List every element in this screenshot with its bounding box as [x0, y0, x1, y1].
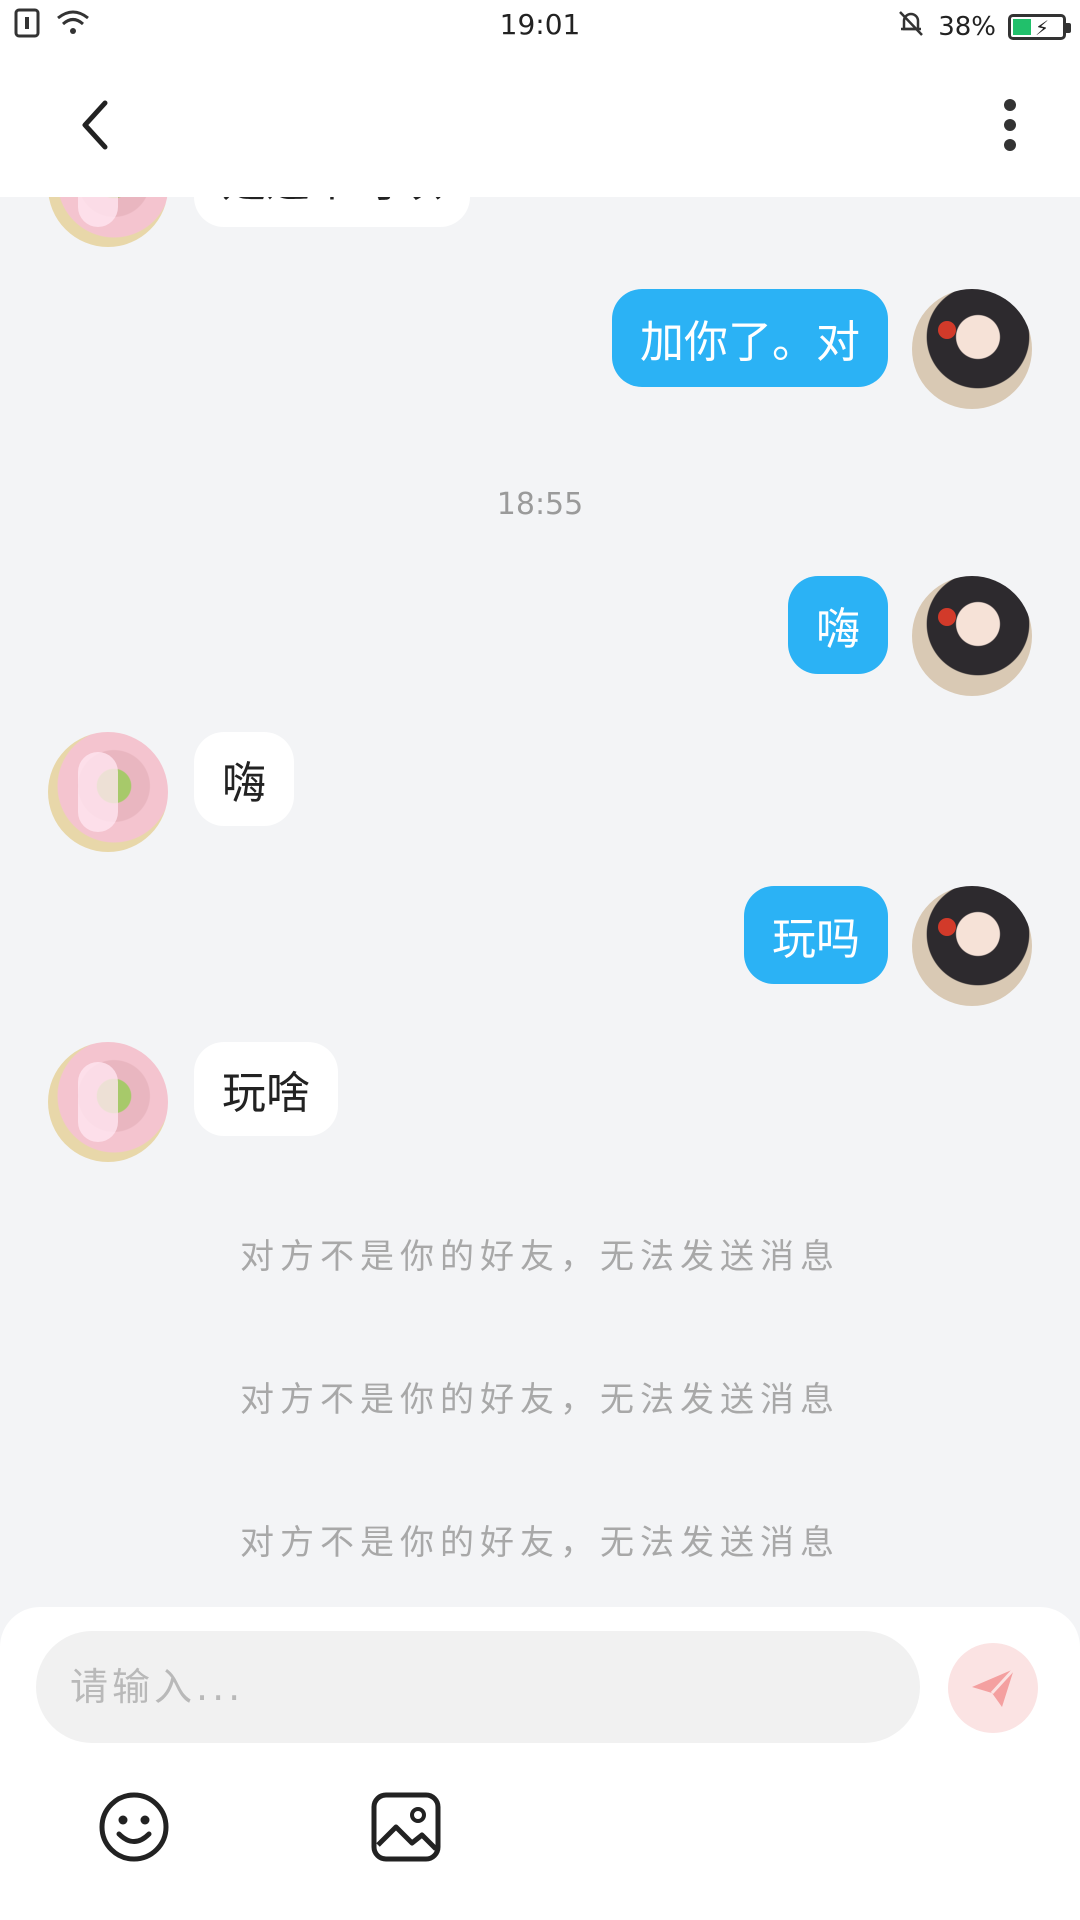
my-avatar[interactable]	[912, 576, 1032, 696]
peer-message-bubble[interactable]: 玩啥	[194, 1042, 338, 1136]
send-icon	[972, 1667, 1016, 1707]
system-notice: 对方不是你的好友，无法发送消息	[240, 1380, 840, 1420]
message-text: 加你了。对	[640, 317, 860, 368]
more-options-button[interactable]	[980, 90, 1040, 160]
my-message-bubble[interactable]: 加你了。对	[612, 289, 888, 387]
battery-charging-icon: ⚡	[1008, 13, 1071, 40]
battery-percent: 38%	[938, 11, 996, 42]
message-text: 玩啥	[222, 1068, 310, 1119]
peer-message-bubble[interactable]: 是这个可以	[194, 197, 470, 227]
message-list[interactable]: 是这个可以 加你了。对 18:55 嗨 嗨 玩吗 玩啥 对方不是你的好友，无法发…	[0, 197, 1080, 1607]
message-composer	[0, 1607, 1080, 1920]
message-text: 嗨	[816, 604, 860, 655]
chat-header	[0, 52, 1080, 197]
battery-level-fill	[1013, 18, 1032, 35]
message-text: 是这个可以	[222, 197, 442, 209]
back-arrow-icon	[82, 100, 108, 150]
system-notice: 对方不是你的好友，无法发送消息	[240, 1237, 840, 1277]
more-vertical-icon	[1004, 99, 1016, 151]
my-avatar[interactable]	[912, 886, 1032, 1006]
peer-avatar[interactable]	[48, 732, 168, 852]
peer-avatar[interactable]	[48, 197, 168, 247]
back-button[interactable]	[60, 90, 130, 160]
my-message-bubble[interactable]: 玩吗	[744, 886, 888, 984]
image-icon	[371, 1792, 441, 1862]
message-timestamp: 18:55	[496, 487, 584, 522]
send-button[interactable]	[948, 1643, 1038, 1733]
my-message-bubble[interactable]: 嗨	[788, 576, 888, 674]
emoji-icon	[99, 1792, 169, 1862]
my-avatar[interactable]	[912, 289, 1032, 409]
bell-muted-icon	[896, 8, 926, 45]
peer-message-bubble[interactable]: 嗨	[194, 732, 294, 826]
message-input[interactable]	[36, 1631, 920, 1743]
status-right: 38% ⚡	[896, 8, 1071, 45]
system-notice: 对方不是你的好友，无法发送消息	[240, 1523, 840, 1563]
charging-bolt-icon: ⚡	[1035, 15, 1050, 40]
emoji-button[interactable]	[96, 1789, 172, 1865]
message-text: 玩吗	[772, 914, 860, 965]
image-button[interactable]	[368, 1789, 444, 1865]
message-text: 嗨	[222, 758, 266, 809]
peer-avatar[interactable]	[48, 1042, 168, 1162]
status-bar: 19:01 38% ⚡	[0, 0, 1080, 52]
